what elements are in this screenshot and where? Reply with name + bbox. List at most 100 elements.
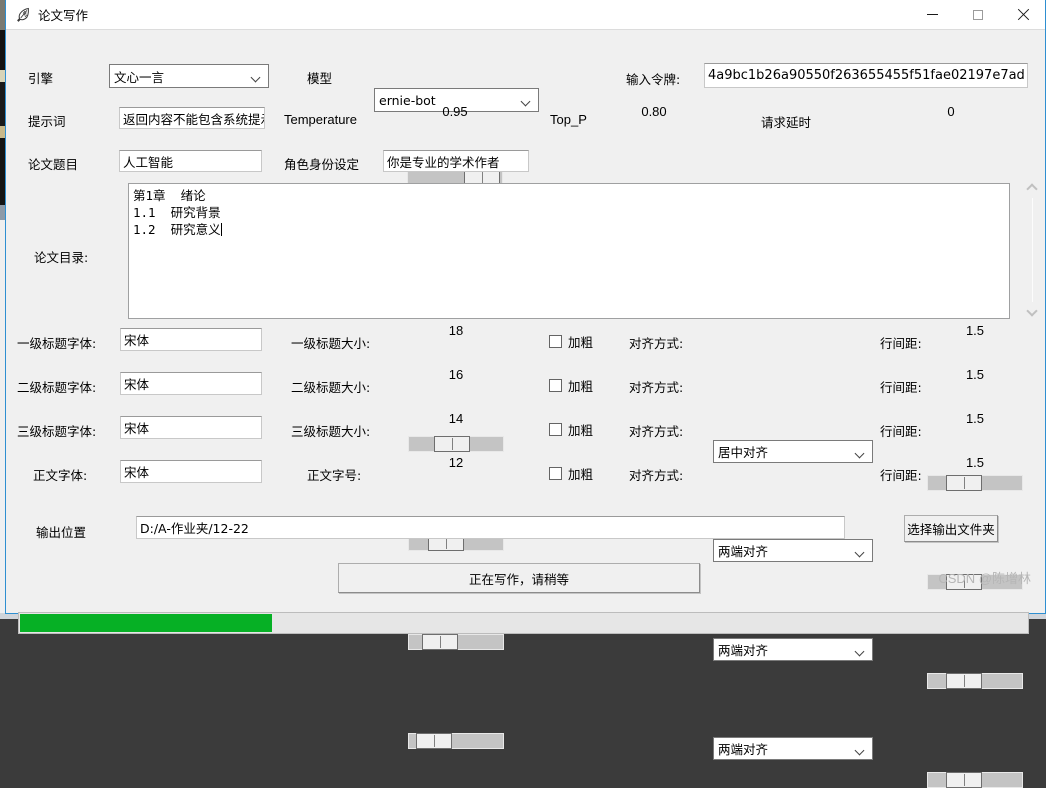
- h2-spacing-label: 行间距:: [880, 380, 922, 395]
- h2-font-label: 二级标题字体:: [17, 380, 97, 395]
- h3-size-value: 14: [448, 411, 464, 426]
- temperature-value: 0.95: [442, 104, 468, 119]
- role-label: 角色身份设定: [284, 157, 360, 172]
- checkbox-box-icon: [549, 335, 562, 348]
- delay-value: 0: [947, 104, 955, 119]
- h2-align-select[interactable]: 两端对齐: [713, 539, 873, 562]
- watermark: CSDN @陈增林: [938, 571, 1031, 586]
- h1-spacing-label: 行间距:: [880, 336, 922, 351]
- token-input[interactable]: 4a9bc1b26a90550f263655455f51fae02197e7ad: [704, 63, 1028, 88]
- progress-bar: [18, 612, 1029, 634]
- prompt-input-value: 返回内容不能包含系统提示: [123, 111, 265, 127]
- choose-output-folder-button[interactable]: 选择输出文件夹: [904, 515, 998, 542]
- output-path-label: 输出位置: [36, 525, 87, 540]
- h1-font-label: 一级标题字体:: [17, 336, 97, 351]
- output-path-value: D:/A-作业夹/12-22: [140, 521, 249, 536]
- body-size-slider[interactable]: [408, 733, 504, 749]
- temperature-label: Temperature: [284, 112, 357, 127]
- scrollbar-track[interactable]: [1032, 198, 1033, 302]
- body-spacing-label: 行间距:: [880, 468, 922, 483]
- h2-font-value: 宋体: [124, 377, 150, 392]
- h1-spacing-value: 1.5: [965, 323, 985, 338]
- h2-bold-checkbox[interactable]: 加粗: [549, 376, 593, 395]
- body-spacing-slider-thumb[interactable]: [946, 772, 982, 788]
- h3-bold-label: 加粗: [568, 423, 594, 438]
- feather-icon: [15, 6, 31, 22]
- role-input[interactable]: 你是专业的学术作者: [383, 150, 529, 172]
- h3-spacing-label: 行间距:: [880, 424, 922, 439]
- h3-align-select[interactable]: 两端对齐: [713, 638, 873, 661]
- checkbox-box-icon: [549, 379, 562, 392]
- body-align-label: 对齐方式:: [629, 468, 684, 483]
- outline-textarea[interactable]: 第1章 绪论 1.1 研究背景 1.2 研究意义: [128, 183, 1010, 319]
- title-bar[interactable]: 论文写作: [6, 0, 1045, 29]
- body-size-label: 正文字号:: [307, 468, 362, 483]
- write-action-button[interactable]: 正在写作，请稍等: [338, 563, 700, 593]
- h2-align-value: 两端对齐: [718, 544, 769, 559]
- scroll-up-icon[interactable]: [1027, 184, 1038, 191]
- h3-size-label: 三级标题大小:: [291, 424, 371, 439]
- body-size-slider-thumb[interactable]: [416, 733, 452, 749]
- progress-bar-fill: [20, 614, 272, 632]
- h3-font-input[interactable]: 宋体: [120, 416, 262, 439]
- text-caret: [220, 223, 222, 236]
- outline-label: 论文目录:: [34, 250, 89, 265]
- h1-spacing-slider[interactable]: [927, 475, 1023, 491]
- chevron-down-icon: [856, 747, 865, 752]
- h1-size-slider-thumb[interactable]: [434, 436, 470, 452]
- h1-align-select[interactable]: 居中对齐: [713, 440, 873, 463]
- h2-font-input[interactable]: 宋体: [120, 372, 262, 395]
- top-p-label: Top_P: [550, 112, 587, 127]
- engine-select-value: 文心一言: [114, 69, 165, 85]
- body-bold-checkbox[interactable]: 加粗: [549, 464, 593, 483]
- window-title: 论文写作: [38, 7, 89, 23]
- body-size-value: 12: [448, 455, 464, 470]
- chevron-down-icon: [522, 98, 531, 103]
- role-input-value: 你是专业的学术作者: [387, 154, 500, 170]
- checkbox-box-icon: [549, 423, 562, 436]
- engine-select[interactable]: 文心一言: [109, 64, 269, 88]
- client-area: 引擎 文心一言 模型 ernie-bot 输入令牌: 4a9bc1b26a905…: [6, 29, 1045, 788]
- h1-font-input[interactable]: 宋体: [120, 328, 262, 351]
- close-button[interactable]: [1000, 0, 1045, 29]
- body-font-input[interactable]: 宋体: [120, 460, 262, 483]
- token-input-value: 4a9bc1b26a90550f263655455f51fae02197e7ad: [708, 68, 1025, 83]
- h3-size-slider-thumb[interactable]: [422, 634, 458, 650]
- scroll-down-icon[interactable]: [1027, 309, 1038, 316]
- h3-size-slider[interactable]: [408, 634, 504, 650]
- maximize-icon: [972, 9, 983, 20]
- top-p-value: 0.80: [641, 104, 667, 119]
- vertical-scrollbar[interactable]: [1024, 180, 1041, 320]
- body-align-select[interactable]: 两端对齐: [713, 737, 873, 760]
- h2-size-label: 二级标题大小:: [291, 380, 371, 395]
- topic-input[interactable]: 人工智能: [119, 150, 262, 172]
- body-spacing-slider[interactable]: [927, 772, 1023, 788]
- h1-size-slider[interactable]: [408, 436, 504, 452]
- body-bold-label: 加粗: [568, 467, 594, 482]
- prompt-input[interactable]: 返回内容不能包含系统提示: [119, 107, 265, 129]
- model-label: 模型: [307, 71, 333, 86]
- minimize-button[interactable]: [910, 0, 955, 29]
- body-spacing-value: 1.5: [965, 455, 985, 470]
- body-font-label: 正文字体:: [33, 468, 88, 483]
- topic-label: 论文题目: [28, 157, 79, 172]
- h1-bold-checkbox[interactable]: 加粗: [549, 332, 593, 351]
- h3-spacing-slider-thumb[interactable]: [946, 673, 982, 689]
- prompt-label: 提示词: [28, 114, 66, 129]
- h1-align-label: 对齐方式:: [629, 336, 684, 351]
- chevron-down-icon: [856, 648, 865, 653]
- delay-label: 请求延时: [761, 115, 812, 130]
- h3-font-value: 宋体: [124, 421, 150, 436]
- output-path-input[interactable]: D:/A-作业夹/12-22: [136, 516, 845, 539]
- topic-input-value: 人工智能: [123, 154, 174, 170]
- h2-size-value: 16: [448, 367, 464, 382]
- chevron-down-icon: [856, 450, 865, 455]
- token-label: 输入令牌:: [626, 72, 681, 87]
- h1-spacing-slider-thumb[interactable]: [946, 475, 982, 491]
- h3-spacing-slider[interactable]: [927, 673, 1023, 689]
- maximize-button[interactable]: [955, 0, 1000, 29]
- h1-align-value: 居中对齐: [718, 445, 769, 460]
- h3-font-label: 三级标题字体:: [17, 424, 97, 439]
- h3-bold-checkbox[interactable]: 加粗: [549, 420, 593, 439]
- outline-textarea-value: 第1章 绪论 1.1 研究背景 1.2 研究意义: [133, 188, 221, 237]
